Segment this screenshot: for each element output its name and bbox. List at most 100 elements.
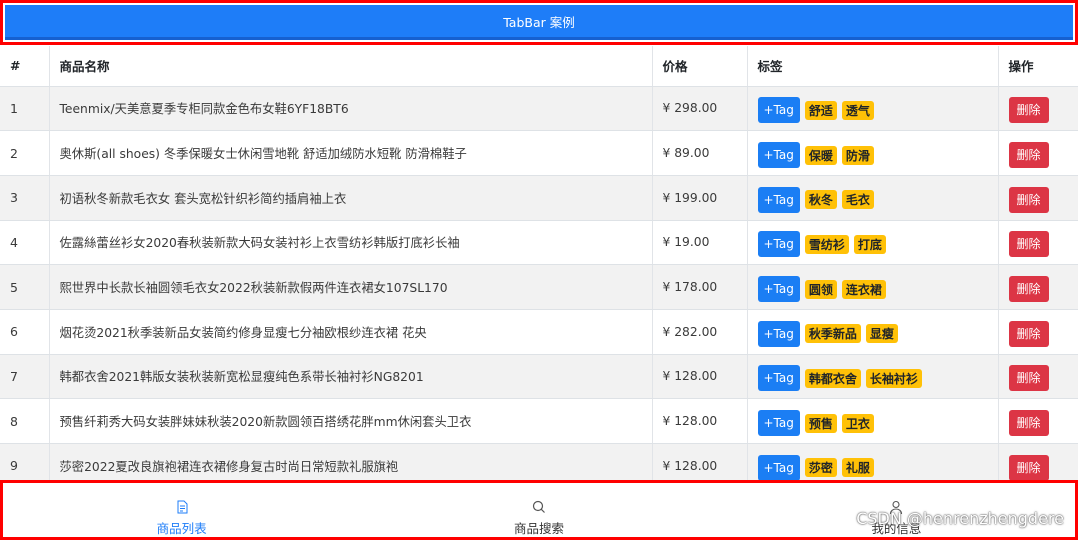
row-index: 4: [0, 220, 50, 266]
user-icon: [890, 500, 903, 515]
delete-button[interactable]: 删除: [1008, 276, 1049, 303]
tag-badge: 雪纺衫: [804, 234, 849, 254]
add-tag-button[interactable]: +Tag: [757, 410, 800, 437]
goods-table-container[interactable]: # 商品名称 价格 标签 操作 1 Teenmix/天美意夏季专柜同款金色布女鞋6…: [0, 46, 1078, 480]
goods-actions-cell: 删除: [998, 398, 1078, 444]
goods-actions-cell: 删除: [998, 175, 1078, 221]
add-tag-button[interactable]: +Tag: [757, 320, 800, 347]
add-tag-button[interactable]: +Tag: [757, 276, 800, 303]
tag-badge: 打底: [853, 234, 886, 254]
table-row: 3 初语秋冬新款毛衣女 套头宽松针织衫简约插肩袖上衣 ¥ 199.00 +Tag 秋冬毛…: [0, 175, 1078, 221]
tab-goods-list[interactable]: 商品列表: [3, 483, 360, 537]
delete-button[interactable]: 删除: [1008, 454, 1049, 480]
add-tag-button[interactable]: +Tag: [757, 365, 800, 392]
tag-badge: 显瘦: [865, 324, 898, 344]
column-header-tags: 标签: [747, 46, 999, 87]
add-tag-button[interactable]: +Tag: [757, 454, 800, 480]
goods-price: ¥ 199.00: [652, 175, 748, 221]
goods-name: 初语秋冬新款毛衣女 套头宽松针织衫简约插肩袖上衣: [49, 175, 653, 221]
goods-actions-cell: 删除: [998, 130, 1078, 176]
table-row: 5 熙世界中长款长袖圆领毛衣女2022秋装新款假两件连衣裙女107SL170 ¥ 1…: [0, 264, 1078, 310]
table-row: 8 预售纤莉秀大码女装胖妹妹秋装2020新款圆领百搭绣花胖mm休闲套头卫衣 ¥ 12…: [0, 398, 1078, 444]
table-header-row: # 商品名称 价格 标签 操作: [0, 46, 1078, 87]
goods-price: ¥ 282.00: [652, 309, 748, 355]
add-tag-button[interactable]: +Tag: [757, 97, 800, 124]
app-header: TabBar 案例: [0, 0, 1078, 45]
table-row: 1 Teenmix/天美意夏季专柜同款金色布女鞋6YF18BT6 ¥ 298.00 +…: [0, 86, 1078, 132]
row-index: 7: [0, 354, 50, 400]
goods-price: ¥ 178.00: [652, 264, 748, 310]
goods-price: ¥ 128.00: [652, 354, 748, 400]
header-bar: TabBar 案例: [5, 5, 1073, 40]
tag-badge: 卫衣: [841, 413, 874, 433]
goods-tags-cell: +Tag 圆领 连衣裙: [747, 264, 999, 310]
delete-button[interactable]: 删除: [1008, 231, 1049, 258]
delete-button[interactable]: 删除: [1008, 320, 1049, 347]
add-tag-button[interactable]: +Tag: [757, 231, 800, 258]
goods-name: 预售纤莉秀大码女装胖妹妹秋装2020新款圆领百搭绣花胖mm休闲套头卫衣: [49, 398, 653, 444]
tag-badge: 莎密: [804, 458, 837, 478]
tag-badge: 秋季新品: [804, 324, 861, 344]
goods-name: 熙世界中长款长袖圆领毛衣女2022秋装新款假两件连衣裙女107SL170: [49, 264, 653, 310]
goods-actions-cell: 删除: [998, 354, 1078, 400]
add-tag-button[interactable]: +Tag: [757, 186, 800, 213]
tag-badge: 连衣裙: [841, 279, 886, 299]
table-row: 9 莎密2022夏改良旗袍裙连衣裙修身复古时尚日常短款礼服旗袍 ¥ 128.00 +T…: [0, 443, 1078, 480]
goods-price: ¥ 19.00: [652, 220, 748, 266]
delete-button[interactable]: 删除: [1008, 365, 1049, 392]
goods-price: ¥ 128.00: [652, 398, 748, 444]
goods-name: 奥休斯(all shoes) 冬季保暖女士休闲雪地靴 舒适加绒防水短靴 防滑棉鞋…: [49, 130, 653, 176]
tag-badge: 预售: [804, 413, 837, 433]
tag-badge: 秋冬: [804, 190, 837, 210]
tag-badge: 透气: [841, 100, 874, 120]
tag-badge: 毛衣: [841, 190, 874, 210]
search-icon: [532, 500, 545, 513]
goods-tags-cell: +Tag 莎密 礼服: [747, 443, 999, 480]
column-header-index: #: [0, 46, 50, 87]
tab-goods-list-label: 商品列表: [156, 521, 207, 536]
row-index: 3: [0, 175, 50, 221]
goods-price: ¥ 89.00: [652, 130, 748, 176]
delete-button[interactable]: 删除: [1008, 142, 1049, 169]
goods-tags-cell: +Tag 秋冬 毛衣: [747, 175, 999, 221]
tab-my-info-label: 我的信息: [871, 521, 922, 536]
tag-badge: 礼服: [841, 458, 874, 478]
tag-badge: 保暖: [804, 145, 837, 165]
add-tag-button[interactable]: +Tag: [757, 142, 800, 169]
delete-button[interactable]: 删除: [1008, 97, 1049, 124]
tag-badge: 防滑: [841, 145, 874, 165]
delete-button[interactable]: 删除: [1008, 410, 1049, 437]
goods-tags-cell: +Tag 舒适 透气: [747, 86, 999, 132]
tab-my-info[interactable]: 我的信息: [718, 483, 1075, 537]
row-index: 2: [0, 130, 50, 176]
goods-price: ¥ 128.00: [652, 443, 748, 480]
goods-name: 佐露絲蕾丝衫女2020春秋装新款大码女装衬衫上衣雪纺衫韩版打底衫长袖: [49, 220, 653, 266]
goods-actions-cell: 删除: [998, 443, 1078, 480]
goods-name: 韩都衣舍2021韩版女装秋装新宽松显瘦纯色系带长袖衬衫NG8201: [49, 354, 653, 400]
row-index: 6: [0, 309, 50, 355]
goods-tags-cell: +Tag 韩都衣舍 长袖衬衫: [747, 354, 999, 400]
column-header-actions: 操作: [998, 46, 1078, 87]
tab-bar: 商品列表 商品搜索 我的信息: [0, 480, 1078, 540]
table-row: 7 韩都衣舍2021韩版女装秋装新宽松显瘦纯色系带长袖衬衫NG8201 ¥ 128.…: [0, 354, 1078, 400]
goods-actions-cell: 删除: [998, 309, 1078, 355]
tab-goods-search-label: 商品搜索: [513, 521, 564, 536]
tab-goods-search[interactable]: 商品搜索: [360, 483, 717, 537]
goods-tags-cell: +Tag 预售 卫衣: [747, 398, 999, 444]
goods-table: # 商品名称 价格 标签 操作 1 Teenmix/天美意夏季专柜同款金色布女鞋6…: [0, 46, 1078, 480]
column-header-name: 商品名称: [49, 46, 653, 87]
tag-badge: 长袖衬衫: [865, 368, 922, 388]
list-doc-icon: [177, 500, 188, 514]
goods-name: 莎密2022夏改良旗袍裙连衣裙修身复古时尚日常短款礼服旗袍: [49, 443, 653, 480]
goods-actions-cell: 删除: [998, 220, 1078, 266]
row-index: 1: [0, 86, 50, 132]
table-row: 2 奥休斯(all shoes) 冬季保暖女士休闲雪地靴 舒适加绒防水短靴 防滑棉…: [0, 130, 1078, 176]
goods-price: ¥ 298.00: [652, 86, 748, 132]
row-index: 5: [0, 264, 50, 310]
tag-badge: 韩都衣舍: [804, 368, 861, 388]
goods-name: 烟花烫2021秋季装新品女装简约修身显瘦七分袖欧根纱连衣裙 花央: [49, 309, 653, 355]
column-header-price: 价格: [652, 46, 748, 87]
delete-button[interactable]: 删除: [1008, 186, 1049, 213]
row-index: 8: [0, 398, 50, 444]
goods-tags-cell: +Tag 雪纺衫 打底: [747, 220, 999, 266]
